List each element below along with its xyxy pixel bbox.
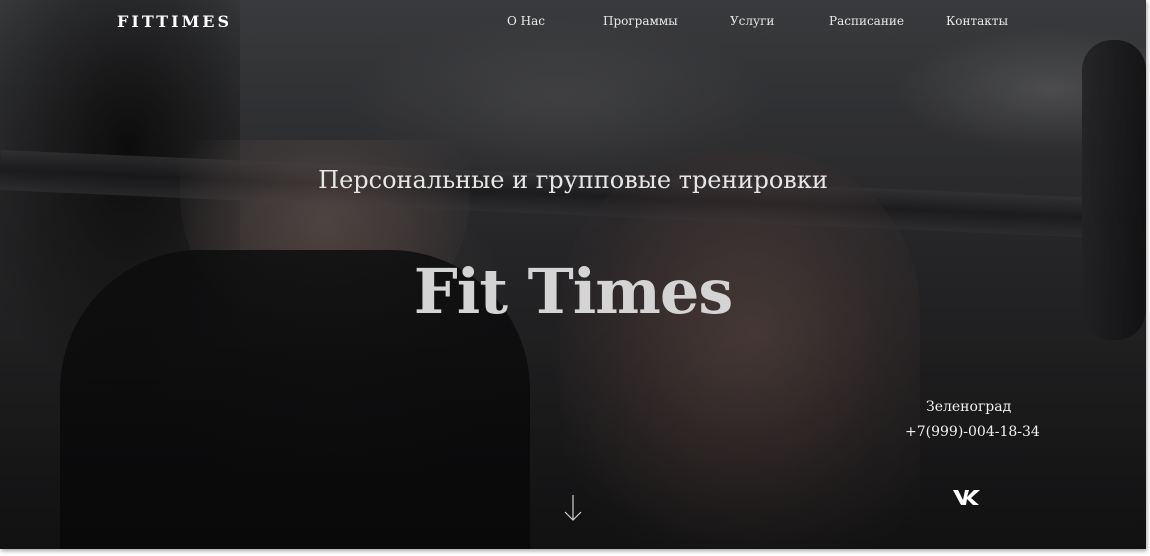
arrow-down-icon[interactable] bbox=[563, 494, 583, 522]
hero-title: Fit Times bbox=[413, 255, 733, 328]
nav-item-services[interactable]: Услуги bbox=[730, 14, 774, 28]
nav-item-about[interactable]: О Нас bbox=[507, 14, 545, 28]
main-nav: О Нас Программы Услуги Расписание Контак… bbox=[0, 14, 1146, 34]
vk-icon[interactable] bbox=[952, 488, 982, 506]
contact-city: Зеленоград bbox=[926, 399, 1012, 415]
hero-subtitle: Персональные и групповые тренировки bbox=[318, 166, 828, 194]
nav-item-schedule[interactable]: Расписание bbox=[829, 14, 904, 28]
nav-item-contacts[interactable]: Контакты bbox=[946, 14, 1008, 28]
nav-item-programs[interactable]: Программы bbox=[603, 14, 678, 28]
contact-phone[interactable]: +7(999)-004-18-34 bbox=[905, 424, 1040, 440]
hero-section: FITTIMES О Нас Программы Услуги Расписан… bbox=[0, 0, 1146, 549]
